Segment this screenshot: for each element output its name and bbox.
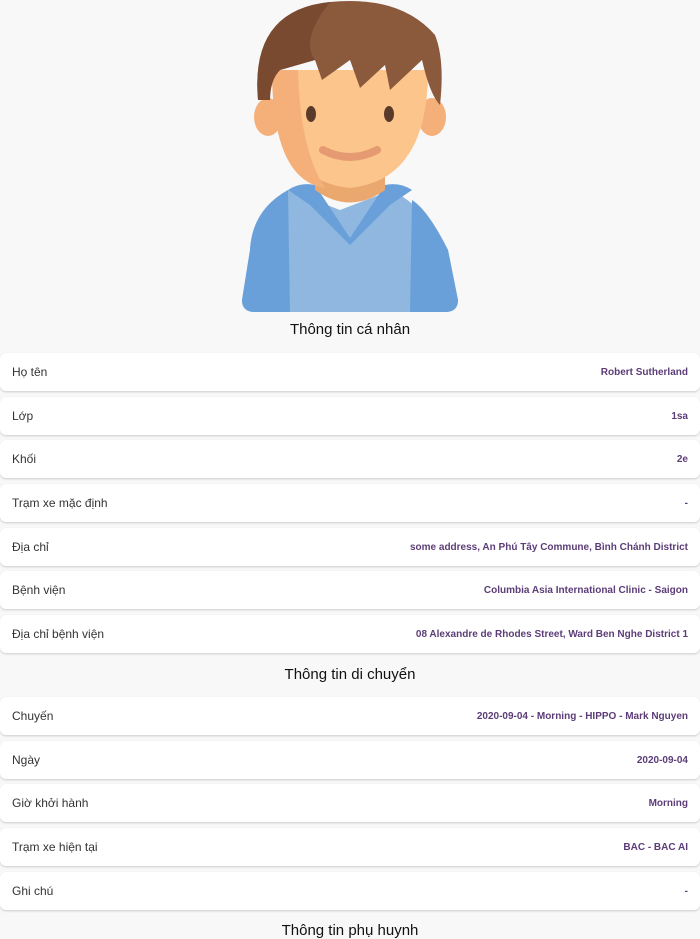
info-row-full-name[interactable]: Họ tên Robert Sutherland (0, 353, 700, 391)
info-row-address[interactable]: Địa chỉ some address, An Phú Tây Commune… (0, 528, 700, 566)
row-label: Trạm xe hiện tại (12, 840, 98, 854)
row-value: 2020-09-04 - Morning - HIPPO - Mark Nguy… (476, 710, 688, 722)
info-row-departure-time[interactable]: Giờ khởi hành Morning (0, 784, 700, 822)
section-title-transport: Thông tin di chuyển (284, 666, 416, 683)
row-value: some address, An Phú Tây Commune, Bình C… (409, 541, 688, 553)
row-label: Họ tên (12, 365, 48, 379)
row-value: - (684, 885, 688, 897)
row-value: 1sa (671, 410, 688, 422)
info-row-hospital-address[interactable]: Địa chỉ bệnh viện 08 Alexandre de Rhodes… (0, 615, 700, 653)
row-label: Khối (12, 452, 37, 466)
row-value: 08 Alexandre de Rhodes Street, Ward Ben … (415, 628, 688, 640)
row-label: Địa chỉ (12, 540, 49, 554)
row-value: BAC - BAC AI (623, 841, 688, 853)
info-row-class[interactable]: Lớp 1sa (0, 397, 700, 435)
row-value: Robert Sutherland (600, 366, 688, 378)
section-title-parent: Thông tin phụ huynh (281, 922, 419, 939)
info-row-default-stop[interactable]: Trạm xe mặc định - (0, 484, 700, 522)
student-avatar (0, 0, 700, 314)
row-value: Morning (648, 797, 688, 809)
row-value: 2020-09-04 (636, 754, 688, 766)
row-label: Bệnh viện (12, 583, 66, 597)
row-label: Trạm xe mặc định (12, 496, 108, 510)
info-row-hospital[interactable]: Bệnh viện Columbia Asia International Cl… (0, 571, 700, 609)
row-label: Địa chỉ bệnh viện (12, 627, 105, 641)
row-value: 2e (676, 453, 688, 465)
row-label: Chuyến (12, 709, 54, 723)
info-row-date[interactable]: Ngày 2020-09-04 (0, 741, 700, 779)
row-label: Lớp (12, 409, 34, 423)
avatar-illustration (242, 0, 458, 312)
info-row-current-stop[interactable]: Trạm xe hiện tại BAC - BAC AI (0, 828, 700, 866)
section-title-personal: Thông tin cá nhân (289, 321, 411, 338)
row-label: Ghi chú (12, 884, 54, 898)
row-value: Columbia Asia International Clinic - Sai… (483, 584, 688, 596)
row-value: - (684, 497, 688, 509)
info-row-grade[interactable]: Khối 2e (0, 440, 700, 478)
row-label: Ngày (12, 753, 41, 767)
info-row-trip[interactable]: Chuyến 2020-09-04 - Morning - HIPPO - Ma… (0, 697, 700, 735)
row-label: Giờ khởi hành (12, 796, 89, 810)
info-row-note[interactable]: Ghi chú - (0, 872, 700, 910)
